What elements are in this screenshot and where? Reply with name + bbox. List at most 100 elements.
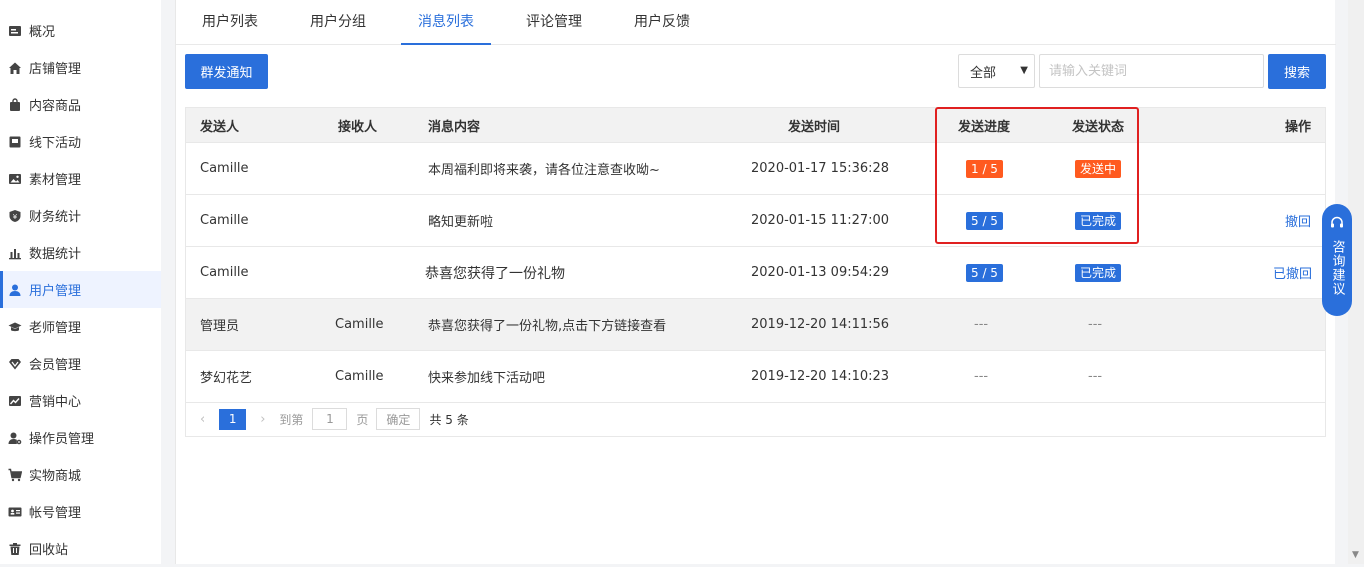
highlight-box (935, 107, 1139, 244)
status-badge: 已完成 (1075, 263, 1122, 282)
sidebar-item-materials[interactable]: 素材管理 (0, 160, 161, 197)
cell-content: 略知更新啦 (428, 215, 494, 230)
flag-icon (8, 135, 22, 149)
search-button[interactable]: 搜索 (1268, 54, 1326, 89)
cell-time: 2019-12-20 14:10:23 (751, 369, 890, 384)
tab-comment-management[interactable]: 评论管理 (510, 0, 598, 45)
prev-page-icon[interactable]: ‹ (200, 412, 205, 427)
sidebar-item-mall[interactable]: 实物商城 (0, 456, 161, 493)
table-row: Camille 本周福利即将来袭，请各位注意查收呦~ 2020-01-17 15… (186, 142, 1325, 194)
sidebar-item-operators[interactable]: 操作员管理 (0, 419, 161, 456)
header-receiver: 接收人 (338, 119, 378, 135)
diamond-icon (8, 357, 22, 371)
scroll-down-icon[interactable]: ▼ (1352, 550, 1359, 560)
table-header: 发送人 接收人 消息内容 发送时间 发送进度 发送状态 操作 (186, 108, 1325, 142)
graduation-cap-icon (8, 320, 22, 334)
sidebar-item-data[interactable]: 数据统计 (0, 234, 161, 271)
sidebar-item-label: 素材管理 (29, 173, 82, 188)
cell-status: --- (1088, 369, 1103, 384)
cell-content: 恭喜您获得了一份礼物 (425, 265, 565, 282)
sidebar-item-label: 内容商品 (29, 99, 82, 114)
consult-label: 咨询建议 (1329, 240, 1345, 296)
sidebar-item-content[interactable]: 内容商品 (0, 86, 161, 123)
tab-bar: 用户列表 用户分组 消息列表 评论管理 用户反馈 (176, 0, 1336, 45)
cell-content: 恭喜您获得了一份礼物,点击下方链接查看 (428, 319, 667, 334)
headset-icon (1330, 216, 1344, 234)
id-card-icon (8, 505, 22, 519)
cell-time: 2020-01-17 15:36:28 (751, 161, 890, 176)
pagination: ‹ 1 › 到第 1 页 确定 共 5 条 (185, 402, 1326, 437)
message-table: 发送人 接收人 消息内容 发送时间 发送进度 发送状态 操作 Camille 本… (185, 107, 1326, 403)
cell-progress: --- (974, 317, 989, 332)
sidebar-item-label: 线下活动 (29, 136, 82, 151)
goto-prefix: 到第 (279, 412, 304, 427)
cell-progress: --- (974, 369, 989, 384)
goto-page-input[interactable]: 1 (312, 408, 348, 430)
main-panel: 用户列表 用户分组 消息列表 评论管理 用户反馈 群发通知 全部 ▼ 搜索 发送… (175, 0, 1336, 564)
sidebar-item-label: 营销中心 (29, 395, 82, 410)
filter-select[interactable]: 全部 ▼ (958, 54, 1035, 88)
sidebar-item-label: 老师管理 (29, 321, 82, 336)
consult-button[interactable]: 咨询建议 (1322, 204, 1352, 316)
sidebar-item-teachers[interactable]: 老师管理 (0, 308, 161, 345)
sidebar-item-members[interactable]: 会员管理 (0, 345, 161, 382)
caret-down-icon: ▼ (1020, 65, 1028, 76)
cell-content: 快来参加线下活动吧 (428, 371, 546, 386)
tab-user-groups[interactable]: 用户分组 (294, 0, 382, 45)
recalled-link[interactable]: 已撤回 (1273, 247, 1312, 298)
tab-message-list[interactable]: 消息列表 (401, 0, 491, 45)
header-sender: 发送人 (200, 119, 240, 135)
bag-icon (8, 97, 22, 112)
sidebar-item-label: 实物商城 (29, 469, 82, 484)
image-icon (8, 172, 22, 186)
goto-suffix: 页 (356, 412, 369, 427)
cart-icon (8, 468, 22, 482)
search-input[interactable] (1039, 54, 1264, 88)
svg-text:¥: ¥ (13, 213, 18, 221)
yen-shield-icon: ¥ (8, 209, 22, 223)
dashboard-icon (8, 24, 22, 38)
sidebar-item-label: 数据统计 (29, 247, 82, 262)
header-content: 消息内容 (428, 119, 481, 135)
sidebar-item-finance[interactable]: ¥ 财务统计 (0, 197, 161, 234)
sidebar-item-users[interactable]: 用户管理 (0, 271, 161, 308)
trash-icon (8, 542, 22, 556)
sidebar-item-store[interactable]: 店铺管理 (0, 49, 161, 86)
table-row: 梦幻花艺 Camille 快来参加线下活动吧 2019-12-20 14:10:… (186, 350, 1325, 402)
cell-sender: Camille (200, 265, 249, 280)
confirm-page-button[interactable]: 确定 (376, 408, 421, 430)
page-number-current[interactable]: 1 (219, 408, 247, 430)
table-row: Camille 略知更新啦 2020-01-15 11:27:00 5 / 5 … (186, 194, 1325, 246)
user-icon (8, 283, 22, 297)
next-page-icon[interactable]: › (260, 412, 265, 427)
table-row: 管理员 Camille 恭喜您获得了一份礼物,点击下方链接查看 2019-12-… (186, 298, 1325, 350)
home-icon (8, 61, 22, 75)
broadcast-button[interactable]: 群发通知 (185, 54, 268, 89)
sidebar-item-marketing[interactable]: 营销中心 (0, 382, 161, 419)
cell-sender: 管理员 (200, 319, 240, 334)
cell-sender: Camille (200, 213, 249, 228)
cell-receiver: Camille (335, 317, 384, 332)
sidebar-item-label: 回收站 (29, 543, 69, 558)
sidebar-item-account[interactable]: 帐号管理 (0, 493, 161, 530)
tab-user-feedback[interactable]: 用户反馈 (618, 0, 706, 45)
sidebar-item-label: 概况 (29, 25, 56, 40)
progress-badge: 5 / 5 (966, 263, 1003, 282)
cell-receiver: Camille (335, 369, 384, 384)
cell-status: --- (1088, 317, 1103, 332)
filter-select-value: 全部 (970, 65, 997, 81)
header-action: 操作 (1285, 119, 1312, 135)
sidebar-item-overview[interactable]: 概况 (0, 12, 161, 49)
trend-icon (8, 394, 22, 408)
sidebar-item-label: 会员管理 (29, 358, 82, 373)
user-gear-icon (8, 431, 22, 445)
sidebar-item-offline[interactable]: 线下活动 (0, 123, 161, 160)
header-time: 发送时间 (788, 119, 841, 135)
sidebar-item-recycle[interactable]: 回收站 (0, 530, 161, 567)
cell-sender: 梦幻花艺 (200, 371, 253, 386)
cell-content: 本周福利即将来袭，请各位注意查收呦~ (428, 163, 660, 178)
cell-time: 2019-12-20 14:11:56 (751, 317, 890, 332)
cell-time: 2020-01-15 11:27:00 (751, 213, 890, 228)
tab-user-list[interactable]: 用户列表 (186, 0, 274, 45)
recall-link[interactable]: 撤回 (1285, 195, 1311, 246)
